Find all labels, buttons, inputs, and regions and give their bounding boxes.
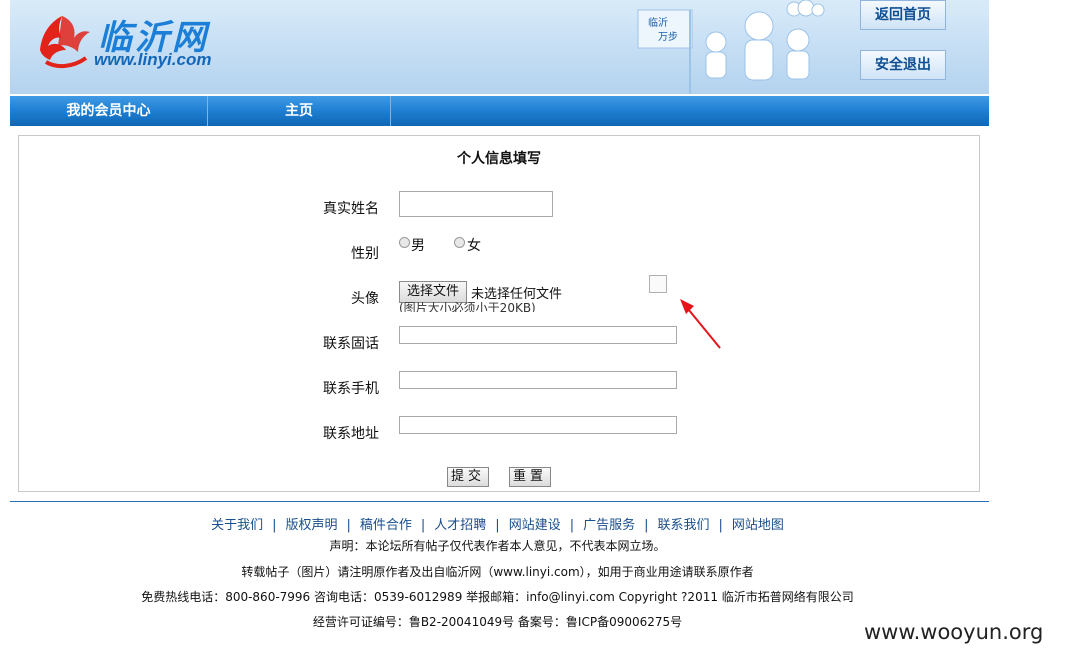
logout-button[interactable]: 安全退出 bbox=[860, 50, 946, 80]
nav-item-member-center[interactable]: 我的会员中心 bbox=[10, 96, 208, 126]
submit-button[interactable]: 提交 bbox=[447, 467, 489, 487]
gender-male-radio[interactable] bbox=[399, 237, 410, 248]
footer-link-cooperation[interactable]: 稿件合作 bbox=[351, 518, 421, 533]
footer-repost-note: 转载帖子（图片）请注明原作者及出自临沂网（www.linyi.com），如用于商… bbox=[241, 565, 754, 579]
footer-link-copyright[interactable]: 版权声明 bbox=[276, 518, 346, 533]
phone-input[interactable] bbox=[399, 326, 677, 344]
gender-female-label: 女 bbox=[467, 238, 481, 254]
footer-link-about[interactable]: 关于我们 bbox=[202, 518, 272, 533]
back-home-button[interactable]: 返回首页 bbox=[860, 0, 946, 30]
file-size-note: (图片大小必须小于20KB) bbox=[399, 302, 536, 312]
gender-male-label: 男 bbox=[411, 238, 425, 254]
footer-license: 经营许可证编号：鲁B2-20041049号 备案号：鲁ICP备09006275号 bbox=[312, 615, 683, 629]
footer-links: 关于我们 | 版权声明 | 稿件合作 | 人才招聘 | 网站建设 | 广告服务 | 联系我们 | 网站地图 bbox=[0, 514, 995, 533]
file-note-clip: (图片大小必须小于20KB) bbox=[399, 302, 559, 312]
footer-contact-info: 免费热线电话：800-860-7996 咨询电话：0539-6012989 举报… bbox=[141, 590, 854, 604]
site-header: 临沂网 www.linyi.com 临沂 万步 返回首页 安全退出 bbox=[10, 0, 989, 94]
kids-illustration-icon: 临沂 万步 bbox=[637, 0, 825, 94]
choose-file-button[interactable]: 选择文件 bbox=[399, 281, 468, 303]
file-status: 未选择任何文件 bbox=[471, 287, 563, 302]
logo-url: www.linyi.com bbox=[94, 50, 212, 69]
gender-female-radio[interactable] bbox=[454, 237, 465, 248]
name-label: 真实姓名 bbox=[323, 201, 379, 217]
form-title: 个人信息填写 bbox=[457, 151, 541, 167]
address-label: 联系地址 bbox=[323, 426, 379, 442]
nav-item-home[interactable]: 主页 bbox=[208, 96, 391, 126]
annotation-arrow-icon bbox=[680, 299, 721, 349]
mobile-label: 联系手机 bbox=[323, 381, 379, 397]
watermark: www.wooyun.org bbox=[864, 620, 1044, 644]
name-input[interactable] bbox=[399, 191, 553, 217]
footer-link-web-building[interactable]: 网站建设 bbox=[500, 518, 570, 533]
reset-button[interactable]: 重置 bbox=[509, 467, 551, 487]
logo-wing-icon bbox=[40, 16, 90, 69]
footer-link-ads[interactable]: 广告服务 bbox=[574, 518, 644, 533]
footer-link-sitemap[interactable]: 网站地图 bbox=[723, 518, 793, 533]
mobile-input[interactable] bbox=[399, 371, 677, 389]
footer-link-contact[interactable]: 联系我们 bbox=[649, 518, 719, 533]
svg-text:万步: 万步 bbox=[658, 31, 678, 43]
gender-label: 性别 bbox=[351, 246, 379, 262]
profile-form: 个人信息填写 真实姓名 性别 男 女 头像 选择文件 未选择任何文件 (图片大小… bbox=[18, 135, 980, 492]
footer-statement: 声明：本论坛所有帖子仅代表作者本人意见，不代表本网立场。 bbox=[329, 539, 666, 553]
footer-link-jobs[interactable]: 人才招聘 bbox=[425, 518, 495, 533]
phone-label: 联系固话 bbox=[323, 336, 379, 352]
footer-divider bbox=[10, 501, 989, 502]
address-input[interactable] bbox=[399, 416, 677, 434]
svg-text:临沂: 临沂 bbox=[648, 16, 668, 29]
avatar-preview-image bbox=[649, 275, 667, 293]
main-nav: 我的会员中心 主页 bbox=[10, 96, 989, 126]
avatar-label: 头像 bbox=[351, 291, 379, 307]
